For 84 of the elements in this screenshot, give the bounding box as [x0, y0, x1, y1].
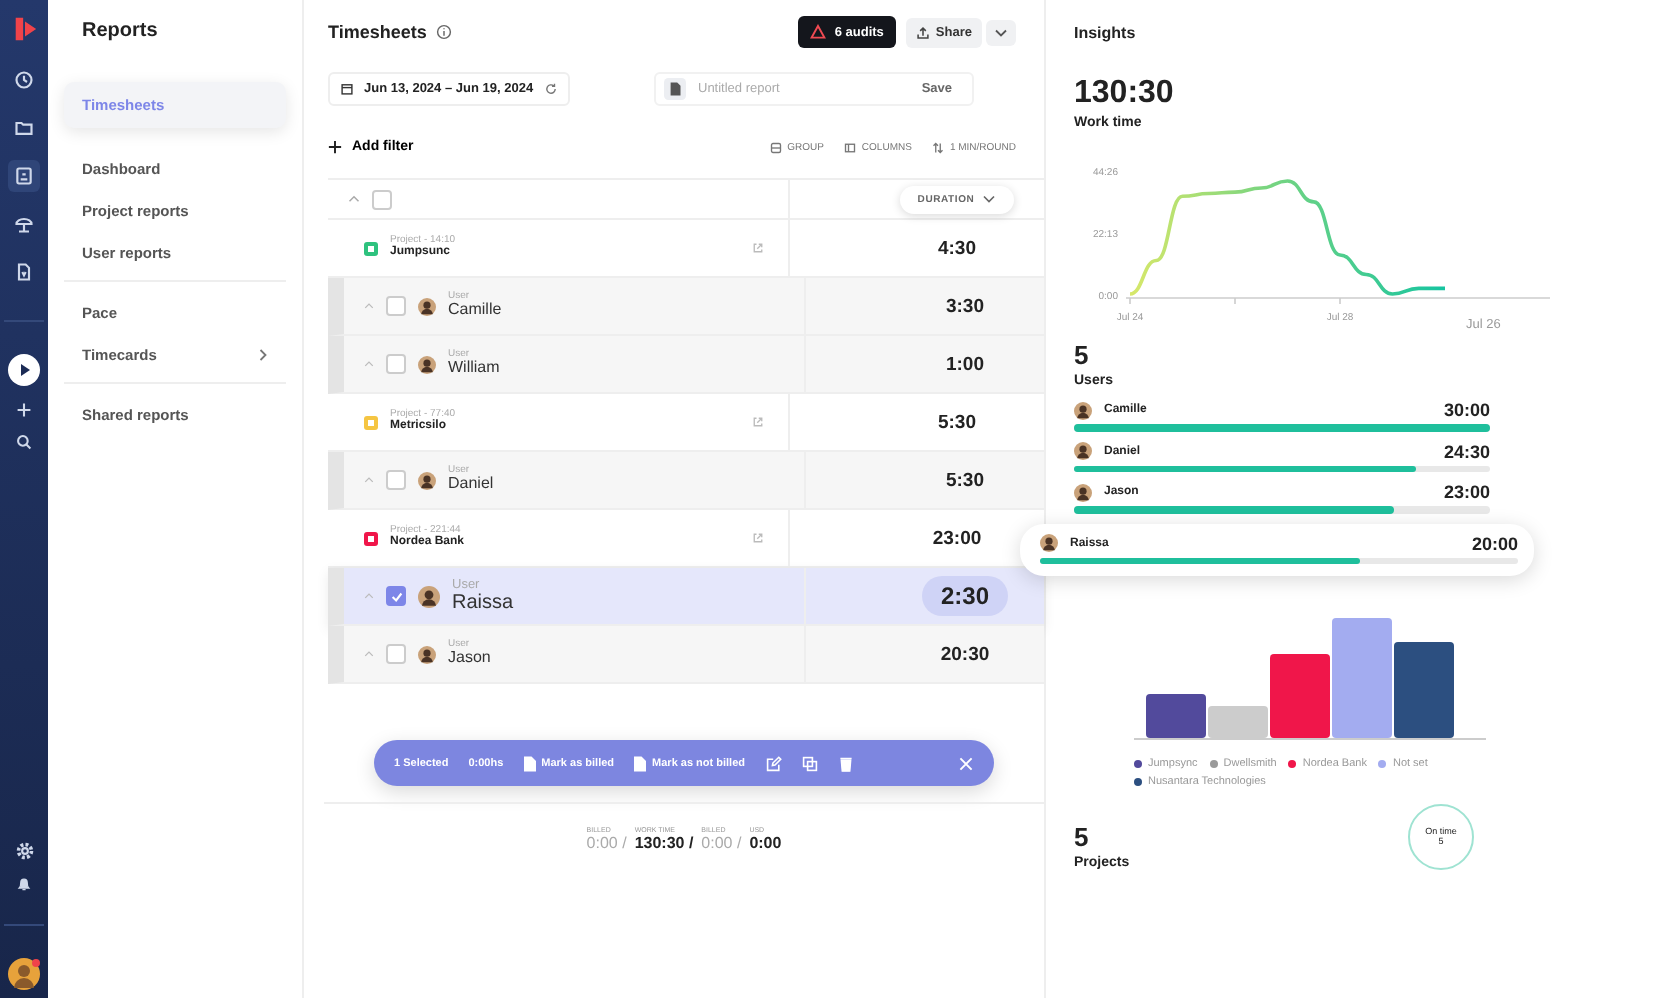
- clock-icon: [14, 70, 34, 90]
- expand-icon[interactable]: [364, 360, 374, 368]
- search-icon[interactable]: [16, 434, 32, 450]
- refresh-icon[interactable]: [543, 82, 558, 96]
- expand-icon[interactable]: [364, 302, 374, 310]
- plus-icon[interactable]: [16, 402, 32, 418]
- copy-icon[interactable]: [801, 755, 818, 771]
- document-icon: [14, 262, 34, 282]
- document-icon: [634, 755, 647, 771]
- avatar-icon: [418, 355, 436, 373]
- expand-icon[interactable]: [364, 476, 374, 484]
- trash-icon[interactable]: [837, 755, 854, 771]
- projects-count: 5: [1074, 821, 1091, 851]
- sidebar-title: Reports: [80, 20, 160, 42]
- duration-value: 3:30: [945, 293, 984, 321]
- user-name: William: [448, 360, 500, 379]
- total-value: 0:00 /: [701, 834, 742, 852]
- caret-icon: [994, 27, 1008, 37]
- external-link-icon[interactable]: [752, 532, 764, 544]
- row-checkbox[interactable]: [386, 470, 406, 490]
- row-checkbox[interactable]: [386, 586, 406, 606]
- report-nav-button[interactable]: [8, 160, 40, 192]
- duration-value: 23:00: [932, 525, 982, 553]
- avatar-icon: [418, 297, 436, 315]
- avatar-icon: [418, 585, 440, 607]
- umbrella-icon: [14, 214, 34, 234]
- user-time: 24:30: [1443, 441, 1490, 461]
- row-checkbox[interactable]: [386, 354, 406, 374]
- settings-icon[interactable]: [15, 842, 33, 860]
- plus-icon: [328, 140, 342, 154]
- user-time: 20:00: [1471, 533, 1518, 553]
- select-all-checkbox[interactable]: [372, 189, 392, 209]
- user-name: Jason: [448, 650, 491, 669]
- logo-icon: [11, 16, 37, 42]
- folder-icon: [14, 118, 34, 138]
- user-time: 30:00: [1443, 400, 1490, 420]
- user-avatar-icon[interactable]: [8, 958, 40, 990]
- user-name: Daniel: [448, 476, 494, 495]
- work-time-total: 130:30: [1074, 76, 1176, 112]
- user-time: 23:00: [1443, 482, 1490, 502]
- edit-icon[interactable]: [765, 755, 782, 771]
- duration-value: 4:30: [937, 235, 976, 263]
- play-button-icon[interactable]: [8, 354, 40, 386]
- stack-icon: [769, 141, 782, 153]
- sort-arrows-icon: [931, 141, 944, 153]
- total-value: 130:30 /: [634, 834, 694, 852]
- expand-icon[interactable]: [364, 650, 374, 658]
- document-icon: [523, 755, 536, 771]
- duration-value: 1:00: [945, 351, 984, 379]
- avatar-icon: [418, 645, 436, 663]
- avatar-icon: [1040, 534, 1058, 552]
- external-link-icon[interactable]: [752, 242, 764, 254]
- collapse-icon[interactable]: [348, 194, 360, 204]
- duration-value: 5:30: [945, 467, 984, 495]
- chevron-icon: [258, 348, 268, 362]
- user-name: Camille: [448, 302, 502, 321]
- row-checkbox[interactable]: [386, 644, 406, 664]
- user-name: Raissa: [452, 592, 514, 615]
- total-value: 0:00 /: [586, 834, 627, 852]
- users-count: 5: [1074, 340, 1091, 370]
- avatar-icon: [1074, 401, 1092, 419]
- calendar-icon: [340, 82, 354, 96]
- upload-icon: [915, 25, 930, 39]
- avatar-icon: [1074, 483, 1092, 501]
- caret-icon: [982, 194, 997, 204]
- duration-value: 5:30: [937, 409, 976, 437]
- close-icon[interactable]: [958, 755, 974, 771]
- row-checkbox[interactable]: [386, 296, 406, 316]
- avatar-icon: [1074, 442, 1092, 460]
- warning-icon: [810, 24, 827, 40]
- share-menu-button[interactable]: [986, 19, 1016, 45]
- columns-icon: [843, 141, 856, 153]
- duration-value: 2:30: [922, 576, 1008, 616]
- total-value: 0:00: [749, 834, 782, 852]
- avatar-icon: [418, 471, 436, 489]
- info-icon[interactable]: [436, 24, 453, 40]
- external-link-icon[interactable]: [752, 416, 764, 428]
- page-title: Timesheets: [328, 22, 427, 42]
- duration-value: 20:30: [940, 641, 990, 669]
- insights-title: Insights: [1074, 24, 1138, 42]
- bell-icon[interactable]: [16, 876, 32, 892]
- report-icon: [14, 166, 34, 186]
- document-icon: [664, 78, 686, 100]
- check-icon: [389, 589, 403, 603]
